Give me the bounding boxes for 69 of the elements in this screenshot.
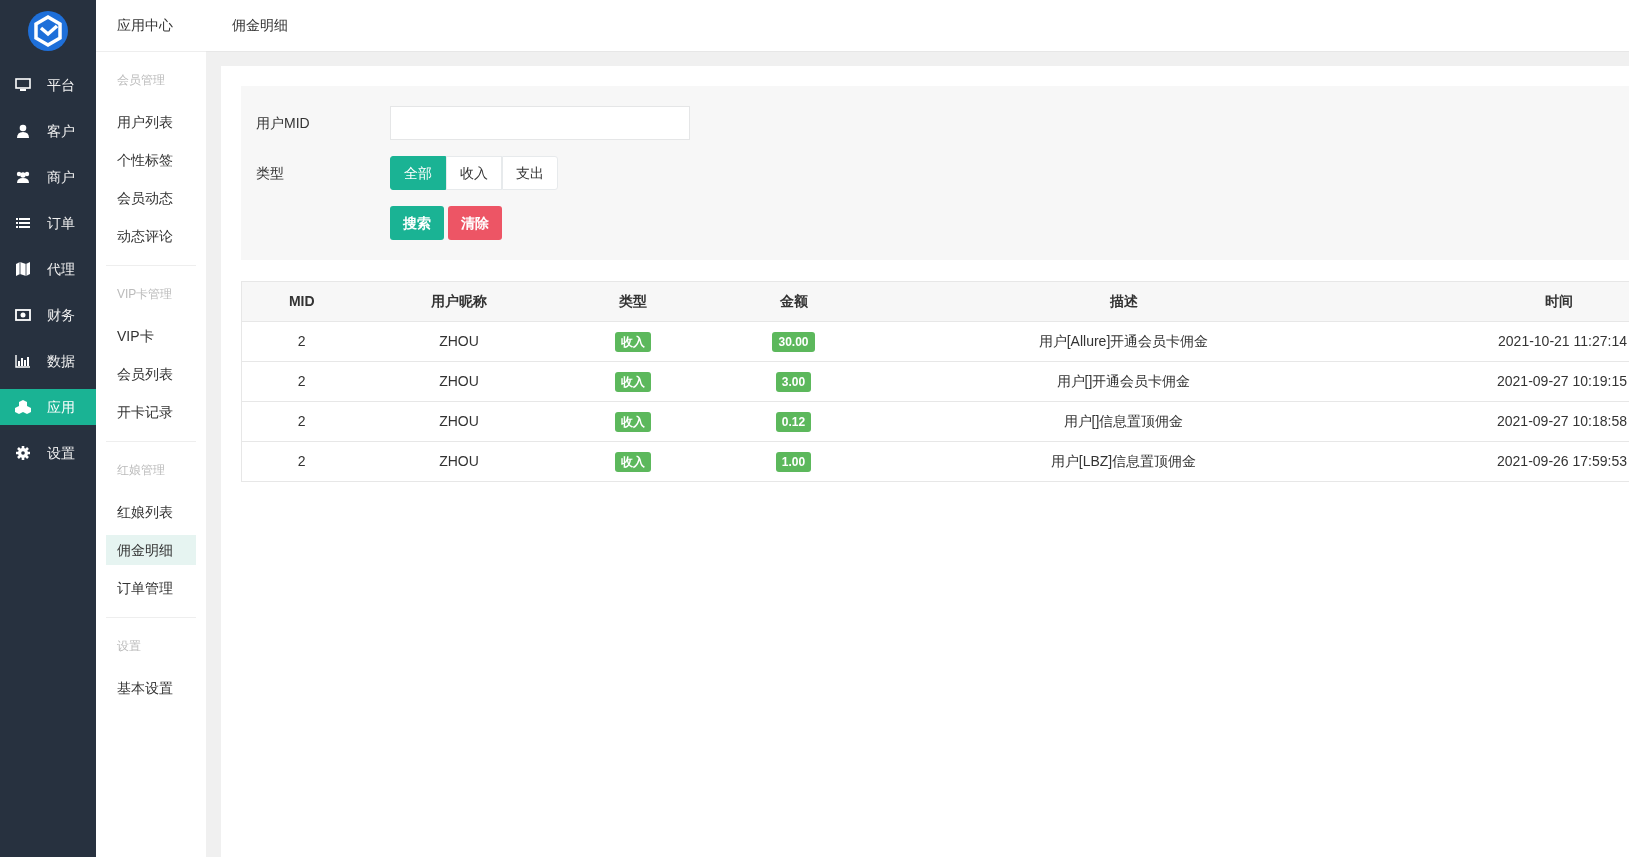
table-cell: 2 bbox=[241, 441, 362, 482]
column-header: 时间 bbox=[1368, 281, 1629, 322]
map-icon bbox=[15, 261, 31, 277]
table-cell: ZHOU bbox=[361, 321, 557, 362]
submenu-item[interactable]: 个性标签 bbox=[106, 145, 196, 175]
type-option[interactable]: 收入 bbox=[446, 156, 502, 190]
type-badge: 收入 bbox=[614, 452, 651, 472]
submenu-item[interactable]: 基本设置 bbox=[106, 673, 196, 703]
table-cell: ZHOU bbox=[361, 361, 557, 402]
nav-item[interactable]: 财务 bbox=[0, 297, 96, 333]
user-icon bbox=[15, 123, 31, 139]
submenu-item[interactable]: 订单管理 bbox=[106, 573, 196, 603]
submenu-item[interactable]: 开卡记录 bbox=[106, 397, 196, 427]
amount-badge: 30.00 bbox=[772, 332, 815, 352]
table-cell: ZHOU bbox=[361, 401, 557, 442]
column-header: MID bbox=[241, 281, 362, 322]
bar-chart-icon bbox=[15, 353, 31, 369]
menu-group-title: 红娘管理 bbox=[116, 462, 166, 479]
table-cell: 用户[LBZ]信息置顶佣金 bbox=[878, 441, 1369, 482]
submenu-item[interactable]: VIP卡 bbox=[106, 321, 196, 351]
type-badge: 收入 bbox=[614, 412, 651, 432]
submenu-item[interactable]: 动态评论 bbox=[106, 221, 196, 251]
monitor-icon bbox=[15, 77, 31, 93]
nav-item[interactable]: 代理 bbox=[0, 251, 96, 287]
mid-input[interactable] bbox=[390, 106, 690, 140]
field-label: 用户MID bbox=[256, 113, 311, 133]
list-icon bbox=[15, 215, 31, 231]
menu-group-title: VIP卡管理 bbox=[116, 286, 174, 303]
amount-badge: 3.00 bbox=[775, 372, 812, 392]
type-badge: 收入 bbox=[614, 372, 651, 392]
table-cell: 2021-09-27 10:18:58 bbox=[1368, 401, 1629, 442]
settings-icon bbox=[15, 445, 31, 461]
menu-group-title: 会员管理 bbox=[116, 72, 166, 89]
type-option[interactable]: 支出 bbox=[502, 156, 558, 190]
table-cell: 2 bbox=[241, 401, 362, 442]
table-cell: 用户[]信息置顶佣金 bbox=[878, 401, 1369, 442]
column-header: 用户昵称 bbox=[361, 281, 557, 322]
submenu-item[interactable]: 红娘列表 bbox=[106, 497, 196, 527]
column-header: 金额 bbox=[708, 281, 879, 322]
table-cell: 2021-09-26 17:59:53 bbox=[1368, 441, 1629, 482]
submenu-item[interactable]: 会员动态 bbox=[106, 183, 196, 213]
nav-item[interactable]: 数据 bbox=[0, 343, 96, 379]
table-cell: 2 bbox=[241, 361, 362, 402]
table-cell: 2021-10-21 11:27:14 bbox=[1368, 321, 1629, 362]
cubes-icon bbox=[15, 399, 31, 415]
table-cell: 用户[]开通会员卡佣金 bbox=[878, 361, 1369, 402]
table-cell: 2021-09-27 10:19:15 bbox=[1368, 361, 1629, 402]
submenu-item[interactable]: 用户列表 bbox=[106, 107, 196, 137]
logo-icon bbox=[28, 11, 68, 51]
column-header: 类型 bbox=[556, 281, 709, 322]
amount-badge: 1.00 bbox=[775, 452, 812, 472]
submenu-item[interactable]: 佣金明细 bbox=[106, 535, 196, 565]
amount-badge: 0.12 bbox=[775, 412, 812, 432]
submenu-item[interactable]: 会员列表 bbox=[106, 359, 196, 389]
page-title: 佣金明细 bbox=[232, 16, 288, 35]
users-icon bbox=[15, 169, 31, 185]
menu-group-title: 设置 bbox=[116, 638, 142, 655]
banknote-icon bbox=[15, 307, 31, 323]
table-cell: ZHOU bbox=[361, 441, 557, 482]
nav-item[interactable]: 设置 bbox=[0, 435, 96, 471]
type-badge: 收入 bbox=[614, 332, 651, 352]
table-cell: 2 bbox=[241, 321, 362, 362]
field-label: 类型 bbox=[256, 163, 285, 183]
nav-item[interactable]: 客户 bbox=[0, 113, 96, 149]
nav-item[interactable]: 平台 bbox=[0, 67, 96, 103]
nav-item[interactable]: 订单 bbox=[0, 205, 96, 241]
nav-item[interactable]: 商户 bbox=[0, 159, 96, 195]
table-cell: 用户[Allure]开通会员卡佣金 bbox=[878, 321, 1369, 362]
column-header: 描述 bbox=[878, 281, 1369, 322]
